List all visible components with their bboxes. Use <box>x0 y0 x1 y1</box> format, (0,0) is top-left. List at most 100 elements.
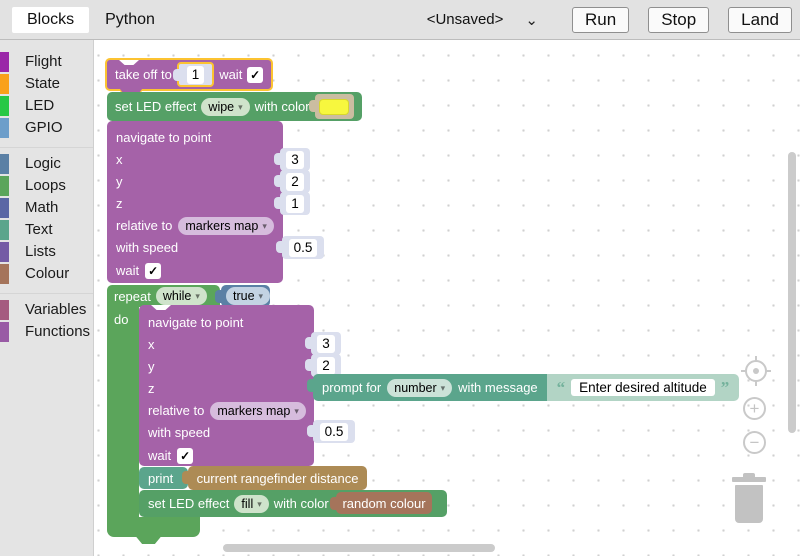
horizontal-scrollbar[interactable] <box>223 544 495 552</box>
takeoff-altitude-value[interactable]: 1 <box>187 66 205 84</box>
file-selector[interactable]: <Unsaved> ⌄ <box>427 11 538 29</box>
block-repeat[interactable]: repeat while ▾ <box>107 285 220 307</box>
sidebar-item-text[interactable]: Text <box>0 219 93 240</box>
led-wipe-suffix: with color <box>255 99 310 114</box>
frame-dropdown[interactable]: markers map ▾ <box>210 402 305 420</box>
block-takeoff[interactable]: take off to 1 wait ✓ <box>105 58 273 91</box>
block-print[interactable]: print <box>139 467 188 489</box>
x-value[interactable]: 3 <box>317 335 335 353</box>
dropdown-arrow-icon: ▾ <box>262 218 267 234</box>
block-rangefinder-distance[interactable]: current rangefinder distance <box>188 466 367 490</box>
y-label: y <box>116 174 123 189</box>
stop-button[interactable]: Stop <box>648 7 709 33</box>
repeat-bottom-bar[interactable] <box>107 517 200 537</box>
text-shadow-block[interactable]: “ Enter desired altitude ” <box>547 374 740 401</box>
sidebar-item-math[interactable]: Math <box>0 197 93 218</box>
zoom-out-icon[interactable]: − <box>743 431 766 454</box>
sidebar-item-functions[interactable]: Functions <box>0 321 93 342</box>
value-shadow-x[interactable]: 3 <box>280 148 310 171</box>
block-top-notch <box>151 305 171 310</box>
navigate-title: navigate to point <box>148 315 243 330</box>
speed-label: with speed <box>148 425 210 440</box>
x-value[interactable]: 3 <box>286 151 304 169</box>
wait-checkbox[interactable]: ✓ <box>177 448 193 464</box>
dropdown-arrow-icon: ▾ <box>294 403 299 419</box>
block-true[interactable]: true ▾ <box>221 285 270 307</box>
tab-python[interactable]: Python <box>90 7 170 33</box>
y-value[interactable]: 2 <box>286 173 304 191</box>
value-shadow-speed[interactable]: 0.5 <box>282 236 324 259</box>
colour-color-chip <box>0 264 9 284</box>
colour-swatch-field[interactable] <box>319 99 349 115</box>
y-value[interactable]: 2 <box>317 357 335 375</box>
variables-color-chip <box>0 300 9 320</box>
dropdown-arrow-icon: ▾ <box>195 288 200 304</box>
value-shadow-y[interactable]: 2 <box>280 170 310 193</box>
trash-icon[interactable] <box>732 473 766 523</box>
led-color-chip <box>0 96 9 116</box>
sidebar-item-label: Flight <box>25 53 62 70</box>
wait-checkbox[interactable]: ✓ <box>145 263 161 279</box>
z-value[interactable]: 1 <box>286 195 304 213</box>
value-shadow-speed[interactable]: 0.5 <box>313 420 355 443</box>
print-label: print <box>148 471 173 486</box>
sidebar-item-lists[interactable]: Lists <box>0 241 93 262</box>
sidebar-item-colour[interactable]: Colour <box>0 263 93 284</box>
relative-label: relative to <box>148 403 204 418</box>
block-set-led-wipe[interactable]: set LED effect wipe ▾ with color <box>107 92 362 121</box>
sidebar-item-gpio[interactable]: GPIO <box>0 117 93 138</box>
blockly-workspace[interactable]: take off to 1 wait ✓ set LED effect wipe… <box>94 40 800 556</box>
led-effect-value: fill <box>241 496 253 512</box>
block-navigate-inner[interactable]: navigate to point x y z relative to mark… <box>139 305 314 466</box>
sidebar-item-label: Lists <box>25 243 56 260</box>
colour-shadow-block[interactable] <box>315 94 354 119</box>
zoom-in-icon[interactable]: + <box>743 397 766 420</box>
value-shadow-z[interactable]: 1 <box>280 192 310 215</box>
sidebar-item-state[interactable]: State <box>0 73 93 94</box>
sidebar-item-label: Colour <box>25 265 69 282</box>
tick <box>766 370 771 372</box>
land-button[interactable]: Land <box>728 7 792 33</box>
sidebar-item-label: Math <box>25 199 58 216</box>
takeoff-altitude-field[interactable]: 1 <box>177 62 214 87</box>
toolbox-group-drone: Flight State LED GPIO <box>0 51 93 143</box>
block-navigate-outer[interactable]: navigate to point x y z relative to mark… <box>107 121 283 283</box>
speed-value[interactable]: 0.5 <box>320 423 349 441</box>
prompt-message-field[interactable]: Enter desired altitude <box>571 379 715 396</box>
lists-color-chip <box>0 242 9 262</box>
sidebar-item-variables[interactable]: Variables <box>0 299 93 320</box>
app-window: Blocks Python <Unsaved> ⌄ Run Stop Land … <box>0 0 800 556</box>
frame-value: markers map <box>185 218 258 234</box>
sidebar-item-label: Functions <box>25 323 90 340</box>
value-shadow-x[interactable]: 3 <box>311 332 341 355</box>
boolean-dropdown[interactable]: true ▾ <box>226 287 270 305</box>
frame-dropdown[interactable]: markers map ▾ <box>178 217 273 235</box>
vertical-scrollbar[interactable] <box>788 152 796 433</box>
zoom-reset-icon[interactable] <box>745 360 767 382</box>
led-effect-value: wipe <box>208 99 234 115</box>
text-color-chip <box>0 220 9 240</box>
boolean-value: true <box>233 288 255 304</box>
loops-color-chip <box>0 176 9 196</box>
sidebar-item-flight[interactable]: Flight <box>0 51 93 72</box>
led-fill-prefix: set LED effect <box>148 496 229 511</box>
repeat-mode-dropdown[interactable]: while ▾ <box>156 287 207 305</box>
flight-color-chip <box>0 52 9 72</box>
block-prompt[interactable]: prompt for number ▾ with message “ Enter… <box>313 374 739 401</box>
sidebar-item-led[interactable]: LED <box>0 95 93 116</box>
sidebar-item-loops[interactable]: Loops <box>0 175 93 196</box>
takeoff-wait-checkbox[interactable]: ✓ <box>247 67 263 83</box>
speed-value[interactable]: 0.5 <box>289 239 318 257</box>
block-random-colour[interactable]: random colour <box>336 492 432 514</box>
toolbox-sidebar: Flight State LED GPIO Logic <box>0 40 94 556</box>
prompt-type-dropdown[interactable]: number ▾ <box>387 379 452 397</box>
repeat-do-spine[interactable]: do <box>107 307 139 517</box>
takeoff-label: take off to <box>115 67 172 82</box>
led-effect-dropdown[interactable]: fill ▾ <box>234 495 268 513</box>
sidebar-item-logic[interactable]: Logic <box>0 153 93 174</box>
run-button[interactable]: Run <box>572 7 629 33</box>
led-effect-dropdown[interactable]: wipe ▾ <box>201 98 249 116</box>
tick <box>741 370 746 372</box>
navigate-title: navigate to point <box>116 130 211 145</box>
tab-blocks[interactable]: Blocks <box>12 7 89 33</box>
